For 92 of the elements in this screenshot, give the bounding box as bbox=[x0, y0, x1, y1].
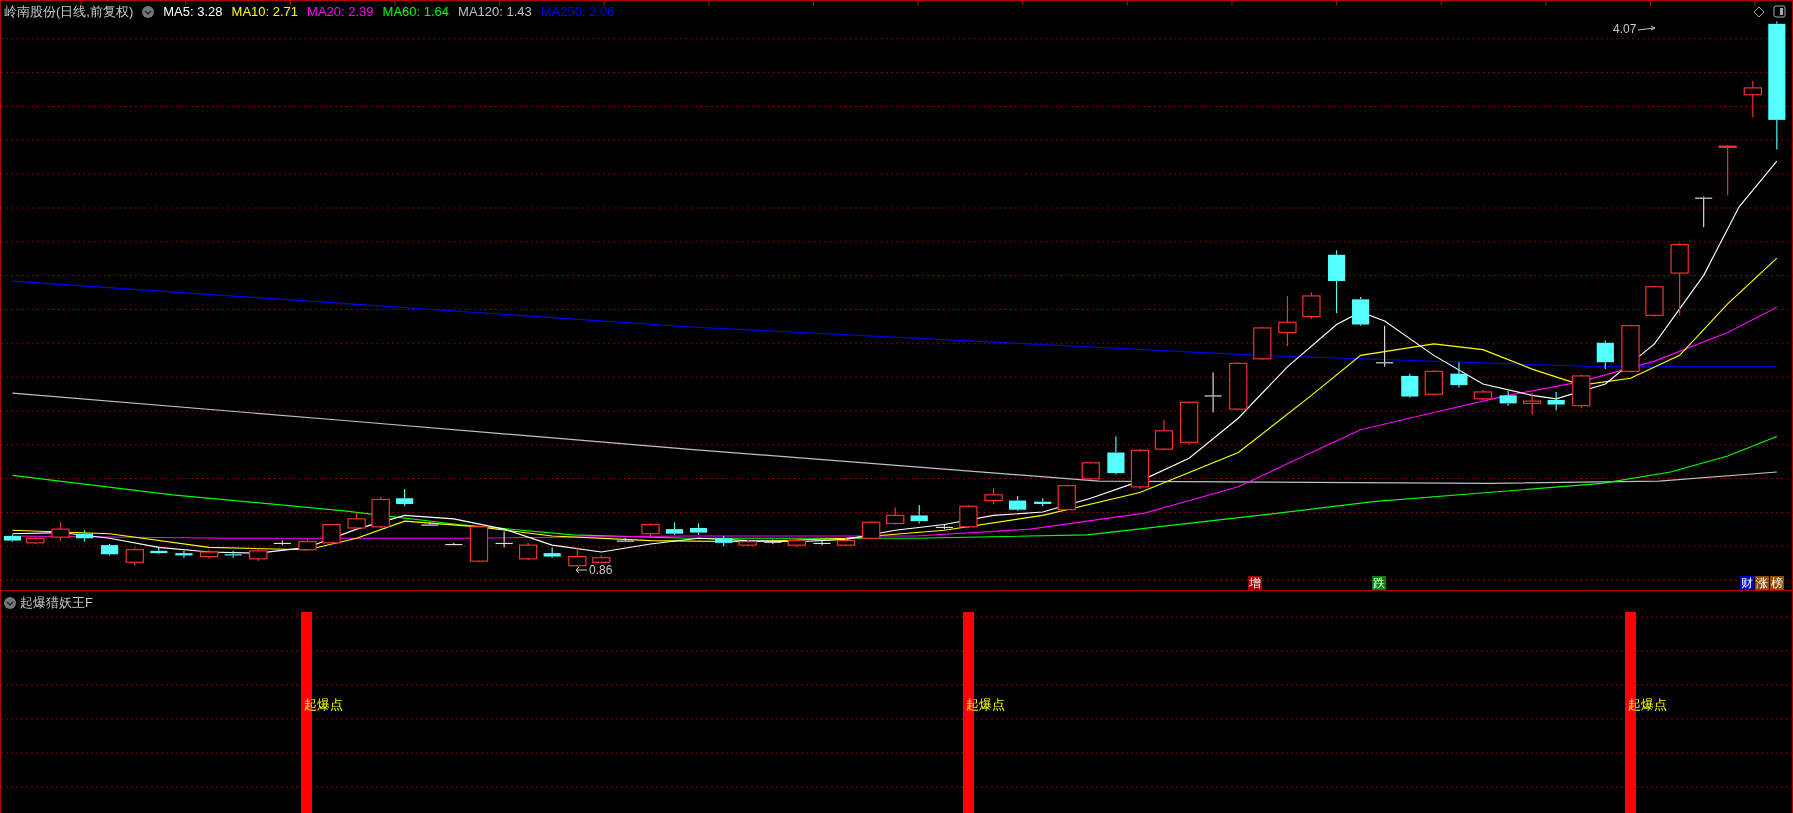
candlestick bbox=[1107, 435, 1125, 475]
candlestick bbox=[1621, 323, 1640, 374]
candlestick bbox=[1130, 448, 1150, 490]
event-badge[interactable]: 财 bbox=[1740, 576, 1754, 590]
moving-average-label: MA10: 2.71 bbox=[231, 4, 299, 20]
candlestick bbox=[689, 522, 708, 536]
candlestick bbox=[959, 504, 978, 529]
arrow-icon bbox=[575, 566, 587, 574]
candlestick bbox=[1401, 373, 1419, 399]
event-badge[interactable]: 增 bbox=[1248, 576, 1262, 590]
event-badge[interactable]: 榜 bbox=[1770, 576, 1784, 590]
candlestick bbox=[519, 542, 538, 561]
candlestick bbox=[175, 550, 193, 559]
candlestick bbox=[125, 546, 144, 567]
candlestick bbox=[1229, 361, 1248, 411]
dropdown-icon[interactable] bbox=[4, 597, 16, 609]
event-badge[interactable]: 涨 bbox=[1755, 576, 1769, 590]
candlestick bbox=[862, 520, 881, 540]
candlestick bbox=[984, 487, 1003, 505]
candlestick bbox=[1547, 391, 1565, 411]
candlestick bbox=[1572, 374, 1591, 409]
candlestick bbox=[298, 538, 317, 552]
candlestick bbox=[224, 550, 242, 559]
candlestick bbox=[396, 488, 414, 507]
candlestick bbox=[26, 536, 45, 545]
candlestick bbox=[886, 506, 905, 526]
candlestick bbox=[1645, 285, 1664, 318]
candlestick bbox=[1424, 369, 1443, 396]
candlestick bbox=[101, 543, 119, 556]
candlestick bbox=[1204, 371, 1222, 414]
candlestick bbox=[1376, 325, 1394, 368]
moving-average-label: MA5: 3.28 bbox=[163, 4, 223, 20]
candlestick bbox=[495, 530, 513, 548]
high-price-label: 4.07 bbox=[1613, 22, 1637, 36]
candlestick bbox=[199, 549, 219, 560]
candlestick bbox=[641, 522, 660, 537]
dropdown-icon[interactable] bbox=[142, 6, 155, 18]
candlestick bbox=[1302, 291, 1321, 320]
candlestick bbox=[1328, 249, 1346, 314]
candlestick bbox=[1034, 497, 1052, 507]
candlestick bbox=[1743, 80, 1762, 119]
candlestick bbox=[738, 538, 757, 547]
candlestick bbox=[1352, 296, 1370, 327]
candlestick bbox=[592, 554, 611, 564]
candlestick bbox=[445, 542, 463, 546]
panel-toggle-icon[interactable] bbox=[1773, 5, 1786, 18]
arrow-icon bbox=[1638, 26, 1657, 32]
candlestick bbox=[1179, 400, 1199, 446]
event-badge[interactable]: 跌 bbox=[1372, 576, 1386, 590]
candlestick bbox=[665, 521, 684, 536]
diamond-icon[interactable] bbox=[1753, 5, 1765, 18]
candlestick bbox=[1596, 339, 1614, 370]
chart-title: 岭南股份(日线,前复权) bbox=[4, 4, 134, 20]
candlestick bbox=[150, 545, 168, 555]
candlestick bbox=[1253, 326, 1272, 361]
candlestick bbox=[836, 537, 856, 547]
moving-average-label: MA20: 2.39 bbox=[307, 4, 374, 20]
candlestick bbox=[3, 534, 21, 543]
candlestick bbox=[1009, 495, 1027, 512]
candlestick bbox=[347, 511, 366, 530]
candlestick bbox=[910, 504, 928, 524]
candlestick bbox=[249, 548, 268, 562]
candlestick bbox=[568, 546, 587, 568]
moving-average-label: MA120: 1.43 bbox=[458, 4, 532, 20]
candlestick bbox=[1695, 195, 1713, 228]
moving-average-label: MA60: 1.64 bbox=[382, 4, 450, 20]
candlestick bbox=[764, 538, 782, 545]
candlestick bbox=[1154, 418, 1174, 451]
candlestick bbox=[543, 546, 561, 559]
candlestick bbox=[1523, 392, 1542, 416]
candlestick bbox=[273, 540, 291, 546]
moving-average-label: MA250: 2.06 bbox=[540, 4, 615, 20]
candlestick bbox=[935, 524, 953, 530]
candlestick bbox=[1057, 484, 1076, 512]
candlestick bbox=[1499, 390, 1517, 407]
candlestick bbox=[616, 537, 634, 543]
candlestick bbox=[1081, 461, 1100, 481]
candlestick bbox=[1473, 389, 1493, 401]
candlestick bbox=[51, 521, 70, 542]
candlestick bbox=[715, 535, 733, 547]
candlestick bbox=[1718, 144, 1737, 196]
candlestick bbox=[421, 521, 439, 527]
candlestick bbox=[787, 537, 807, 548]
low-price-label: 0.86 bbox=[589, 563, 613, 577]
candlestick bbox=[1278, 295, 1297, 347]
candlestick bbox=[322, 524, 341, 546]
candlestick bbox=[371, 496, 390, 529]
candlestick bbox=[813, 540, 831, 546]
candlestick bbox=[1450, 361, 1468, 388]
candlestick bbox=[469, 525, 489, 563]
indicator-title: 起爆猎妖王F bbox=[20, 595, 93, 611]
candlestick bbox=[75, 529, 94, 543]
